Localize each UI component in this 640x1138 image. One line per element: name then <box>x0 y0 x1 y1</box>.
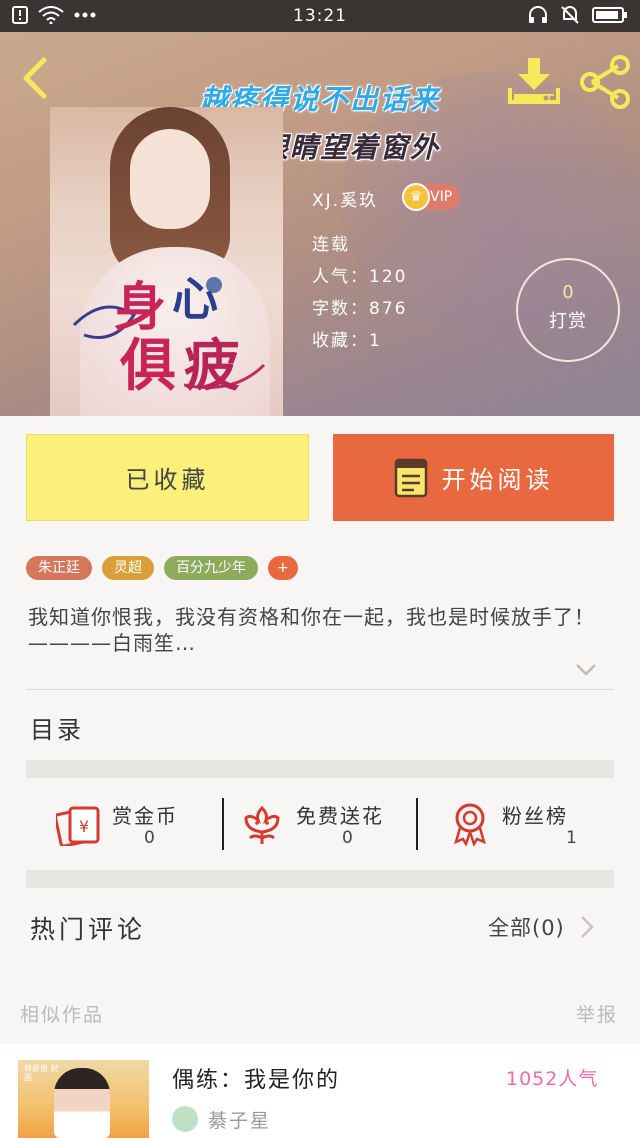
book-icon <box>394 458 427 497</box>
tag-list: 朱正廷 灵超 百分九少年 + <box>26 556 298 580</box>
start-reading-label: 开始阅读 <box>441 466 554 494</box>
favorited-label: 已收藏 <box>125 466 210 494</box>
add-tag-button[interactable]: + <box>268 556 298 580</box>
similar-works-title: 相似作品 <box>20 1004 105 1026</box>
popularity-count: 人气：120 <box>312 267 408 287</box>
tip-label: 打赏 <box>549 311 587 332</box>
tip-button[interactable]: 0 打赏 <box>516 258 620 362</box>
stat-label: 粉丝榜 <box>502 804 568 828</box>
cover-caption: 林彦俊 封面 <box>24 1064 59 1082</box>
similar-book-item[interactable]: 林彦俊 封面 偶练：我是你的 1052人气 綦子星 <box>0 1044 640 1138</box>
flower-icon <box>244 805 280 844</box>
author-name[interactable]: XJ.奚玖 <box>312 186 378 211</box>
share-button[interactable] <box>578 54 632 110</box>
report-link[interactable]: 举报 <box>576 1000 618 1027</box>
word-count: 字数：876 <box>312 299 408 319</box>
section-divider <box>26 870 614 888</box>
vip-badge: ♛ VIP <box>402 183 461 211</box>
stat-label: 免费送花 <box>296 804 384 828</box>
download-button[interactable] <box>506 54 562 110</box>
stats-row: ¥ 赏金币 0 免费送花 0 粉丝榜 1 <box>26 778 614 872</box>
svg-text:俱: 俱 <box>119 333 176 395</box>
expand-chevron-icon[interactable] <box>574 662 598 678</box>
book-description: 我知道你恨我，我没有资格和你在一起，我也是时候放手了！————白雨笙… <box>28 605 595 655</box>
book-cover[interactable]: 身 心 俱 疲 <box>50 107 283 416</box>
vip-label: VIP <box>430 189 453 205</box>
tag-item[interactable]: 朱正廷 <box>26 556 92 580</box>
svg-text:身: 身 <box>114 277 166 338</box>
stat-value: 0 <box>144 828 155 848</box>
fan-ranking[interactable]: 粉丝榜 1 <box>418 778 614 872</box>
book-header: 越疼得说不出话来 我的眼睛望着窗外 身 心 俱 疲 XJ.奚玖 ♛ VIP 连载… <box>0 32 640 416</box>
author-avatar-icon <box>172 1106 198 1132</box>
svg-text:心: 心 <box>172 272 218 326</box>
svg-text:¥: ¥ <box>79 817 89 836</box>
stat-value: 0 <box>342 828 353 848</box>
similar-book-title: 偶练：我是你的 <box>172 1068 341 1093</box>
red-envelope-icon: ¥ <box>56 806 100 846</box>
all-comments-link[interactable]: 全部(0) <box>488 912 565 942</box>
stat-value: 1 <box>566 828 577 848</box>
start-reading-button[interactable]: 开始阅读 <box>333 434 614 521</box>
battery-icon <box>592 7 627 23</box>
collection-count: 收藏：1 <box>312 331 382 351</box>
svg-text:疲: 疲 <box>184 333 240 395</box>
stat-label: 赏金币 <box>112 804 178 828</box>
hot-comments-title: 热门评论 <box>30 915 147 944</box>
chevron-right-icon[interactable] <box>578 914 596 940</box>
tag-item[interactable]: 百分九少年 <box>164 556 258 580</box>
similar-book-author: 綦子星 <box>208 1110 272 1132</box>
serial-status: 连载 <box>312 235 350 255</box>
tag-item[interactable]: 灵超 <box>102 556 154 580</box>
section-divider <box>26 760 614 778</box>
similar-book-cover: 林彦俊 封面 <box>18 1060 149 1138</box>
free-flower-gift[interactable]: 免费送花 0 <box>224 778 418 872</box>
gold-coin-reward[interactable]: ¥ 赏金币 0 <box>26 778 222 872</box>
favorited-button[interactable]: 已收藏 <box>26 434 309 521</box>
tip-count: 0 <box>562 282 574 303</box>
catalog-link[interactable]: 目录 <box>30 710 84 745</box>
status-bar: 13:21 <box>0 0 640 32</box>
medal-icon <box>454 803 486 846</box>
headphones-icon <box>529 6 547 23</box>
cover-title-logo: 身 心 俱 疲 <box>72 272 266 395</box>
divider <box>26 689 614 690</box>
similar-book-popularity: 1052人气 <box>506 1068 599 1090</box>
status-right <box>528 5 628 25</box>
mute-bell-icon <box>561 6 579 24</box>
crown-icon: ♛ <box>402 183 430 211</box>
